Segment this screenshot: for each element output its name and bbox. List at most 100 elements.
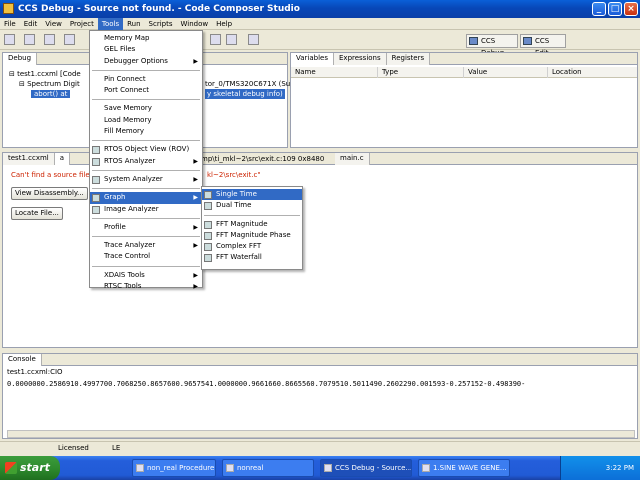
resume-icon[interactable] [210,34,221,45]
tab-console[interactable]: Console [3,354,42,366]
tools-menu-pin-connect[interactable]: Pin Connect [90,74,202,85]
col-type[interactable]: Type [377,67,398,78]
graph-icon [204,220,212,229]
editor-tab-path: mp\ti_mkl~2\src\exit.c:109 0x8480 [201,155,325,163]
tools-menu-gel-files[interactable]: GEL Files [90,44,202,55]
menu-separator [92,217,200,219]
tools-menu-load-memory[interactable]: Load Memory [90,115,202,126]
console-view: Console test1.ccxml:CIO 0.0000000.258691… [2,353,638,439]
menu-file[interactable]: File [0,18,20,30]
tools-menu-rtsc-tools[interactable]: RTSC Tools ▶ [90,281,202,292]
graph-menu-label: Dual Time [216,201,252,210]
tools-menu-rtos-object-view-rov[interactable]: RTOS Object View (ROV) [90,144,202,155]
tools-menu-memory-map[interactable]: Memory Map [90,33,202,44]
menu-separator [92,140,200,142]
locate-file-button[interactable]: Locate File... [11,207,63,220]
graph-menu-label: Single Time [216,190,257,198]
tools-menu-xdais-tools[interactable]: XDAIS Tools ▶ [90,270,202,281]
tools-menu-fill-memory[interactable]: Fill Memory [90,126,202,137]
tab-source[interactable]: a [54,153,71,165]
tools-menu-trace-analyzer[interactable]: Trace Analyzer ▶ [90,240,202,251]
view-disassembly-button[interactable]: View Disassembly... [11,187,88,200]
task-ccs-debug[interactable]: CCS Debug - Source... [320,459,412,477]
tools-menu-label: RTOS Object View (ROV) [104,145,190,154]
start-button[interactable]: start [0,456,60,480]
tools-menu-label: Port Connect [104,86,150,95]
menu-run[interactable]: Run [123,18,144,30]
rtos-object-view-rov-icon [92,146,100,155]
perspective-ccs-debug[interactable]: CCS Debug [466,34,518,57]
window-titlebar: CCS Debug - Source not found. - Code Com… [0,0,640,18]
graph-menu-label: FFT Magnitude [216,219,268,228]
tools-menu-label: Trace Analyzer [104,241,156,250]
task-non-real-procedure[interactable]: non_real Procedure... [132,459,216,477]
tree-row-ccxml[interactable]: ⊟ test1.ccxml [Code [9,69,81,79]
close-button[interactable]: × [624,2,638,16]
graph-menu-single-time[interactable]: Single Time [202,189,302,201]
tools-menu-label: Profile [104,222,126,231]
tools-menu-image-analyzer[interactable]: Image Analyzer [90,204,202,215]
console-output: 0.0000000.2586910.4997700.7068250.865760… [7,380,526,388]
variables-header: Name Type Value Location [291,67,637,78]
tools-menu-system-analyzer[interactable]: System Analyzer ▶ [90,174,202,185]
graph-menu-dual-time[interactable]: Dual Time [202,200,302,211]
tools-menu-profile[interactable]: Profile ▶ [90,222,202,233]
debug-icon[interactable] [64,34,75,45]
perspective-ccs-edit[interactable]: CCS Edit [520,34,566,57]
task-sine-wave[interactable]: 1.SINE WAVE GENE... [418,459,510,477]
tools-menu-trace-control[interactable]: Trace Control [90,251,202,262]
tab-registers[interactable]: Registers [386,53,431,65]
tools-menu-graph[interactable]: Graph ▶ [90,192,202,204]
console-tabrow: Console [3,354,637,366]
tool-icon[interactable] [248,34,259,45]
step-icon[interactable] [226,34,237,45]
tools-menu-save-memory[interactable]: Save Memory [90,103,202,114]
console-session: test1.ccxml:CIO [7,368,63,376]
menu-project[interactable]: Project [66,18,98,30]
build-icon[interactable] [44,34,55,45]
menu-tools[interactable]: Tools [97,18,124,30]
graph-menu-fft-waterfall[interactable]: FFT Waterfall [202,252,302,263]
menu-scripts[interactable]: Scripts [145,18,177,30]
save-icon[interactable] [24,34,35,45]
maximize-button[interactable]: □ [608,2,622,16]
console-scrollbar[interactable] [7,430,635,438]
submenu-arrow-icon: ▶ [193,57,198,65]
tab-debug[interactable]: Debug [3,53,38,65]
tab-main-c[interactable]: main.c [335,153,370,165]
menu-separator [92,236,200,238]
graph-menu-complex-fft[interactable]: Complex FFT [202,241,302,252]
clock[interactable]: 3:22 PM [606,464,634,472]
col-location[interactable]: Location [547,67,582,78]
minimize-button[interactable]: _ [592,2,606,16]
submenu-arrow-icon: ▶ [193,157,198,165]
tools-menu-debugger-options[interactable]: Debugger Options ▶ [90,56,202,67]
menu-separator [92,69,200,71]
col-value[interactable]: Value [463,67,487,78]
folder-icon [226,464,234,472]
menu-window[interactable]: Window [177,18,213,30]
taskbar: start non_real Procedure... nonreal CCS … [0,456,640,480]
graph-menu-fft-magnitude-phase[interactable]: FFT Magnitude Phase [202,230,302,241]
tree-row-cpu[interactable]: ⊟ Spectrum Digit [19,79,80,89]
graph-menu-fft-magnitude[interactable]: FFT Magnitude [202,219,302,230]
menu-view[interactable]: View [41,18,66,30]
graph-menu-label: FFT Magnitude Phase [216,230,291,239]
tools-menu-port-connect[interactable]: Port Connect [90,85,202,96]
new-icon[interactable] [4,34,15,45]
task-nonreal[interactable]: nonreal [222,459,314,477]
license-mode: LE [112,444,121,452]
col-name[interactable]: Name [291,67,316,78]
tree-row-abort[interactable]: abort() at [31,89,91,99]
graph-submenu: Single Time Dual Time FFT Magnitude FFT Mag… [201,186,303,270]
tools-menu-rtos-analyzer[interactable]: RTOS Analyzer ▶ [90,156,202,167]
image-analyzer-icon [92,205,100,214]
tab-expressions[interactable]: Expressions [334,53,387,65]
menu-help[interactable]: Help [212,18,236,30]
tab-test1-ccxml[interactable]: test1.ccxml [3,153,55,165]
menu-separator [92,188,200,190]
menu-bar: File Edit View Project Tools Run Scripts Window… [0,18,640,30]
tab-variables[interactable]: Variables [291,53,334,65]
window-title: CCS Debug - Source not found. - Code Com… [18,4,300,14]
menu-edit[interactable]: Edit [20,18,42,30]
